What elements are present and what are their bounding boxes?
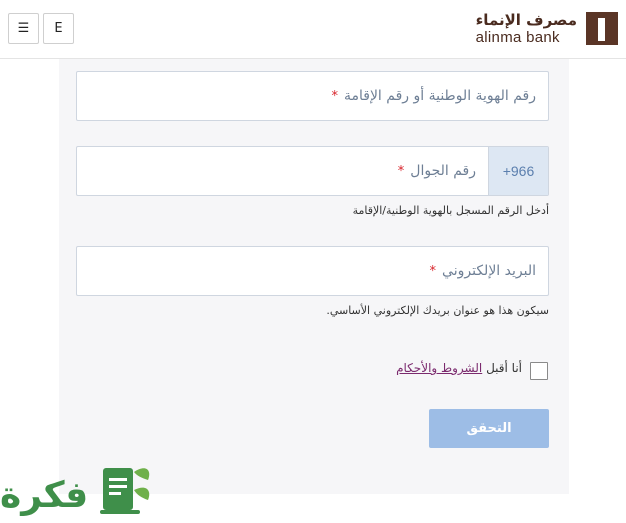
mobile-number-hint: أدخل الرقم المسجل بالهوية الوطنية/الإقام…: [352, 204, 549, 217]
logo-english-name: alinma bank: [475, 28, 560, 46]
email-hint: سيكون هذا هو عنوان بريدك الإلكتروني الأس…: [326, 304, 549, 317]
terms-checkbox[interactable]: [530, 362, 548, 380]
id-number-input[interactable]: رقم الهوية الوطنية أو رقم الإقامة *: [76, 71, 549, 121]
mobile-number-input[interactable]: +966 رقم الجوال *: [76, 146, 549, 196]
mobile-number-placeholder: رقم الجوال *: [398, 147, 476, 195]
terms-prefix: أنا أقبل: [486, 361, 522, 375]
logo-arabic-name: مصرف الإنماء: [475, 10, 577, 29]
terms-and-conditions-link[interactable]: الشروط والأحكام: [396, 361, 482, 375]
required-mark: *: [397, 163, 405, 179]
top-header: ☰ E مصرف الإنماء alinma bank: [0, 0, 626, 59]
id-number-label: رقم الهوية الوطنية أو رقم الإقامة: [343, 88, 536, 104]
language-toggle-button[interactable]: E: [43, 13, 74, 44]
verify-button[interactable]: التحقق: [429, 409, 549, 448]
terms-label: أنا أقبل الشروط والأحكام: [396, 361, 522, 375]
email-placeholder: البريد الإلكتروني *: [430, 247, 536, 295]
alinma-logo-mark-icon: [586, 11, 618, 45]
hamburger-menu-icon: ☰: [17, 21, 30, 36]
country-code-prefix: +966: [488, 147, 548, 195]
mobile-number-label: رقم الجوال: [410, 163, 476, 179]
logo-text: مصرف الإنماء alinma bank: [476, 11, 577, 46]
alinma-logo[interactable]: مصرف الإنماء alinma bank: [476, 10, 618, 46]
id-number-placeholder: رقم الهوية الوطنية أو رقم الإقامة *: [331, 72, 536, 120]
language-label: E: [54, 21, 63, 36]
email-label: البريد الإلكتروني: [442, 263, 536, 279]
menu-button[interactable]: ☰: [8, 13, 39, 44]
fikra-watermark: فكرة: [0, 460, 160, 523]
watermark-text: فكرة: [0, 475, 89, 516]
required-mark: *: [429, 263, 437, 279]
email-input[interactable]: البريد الإلكتروني *: [76, 246, 549, 296]
required-mark: *: [331, 88, 338, 104]
